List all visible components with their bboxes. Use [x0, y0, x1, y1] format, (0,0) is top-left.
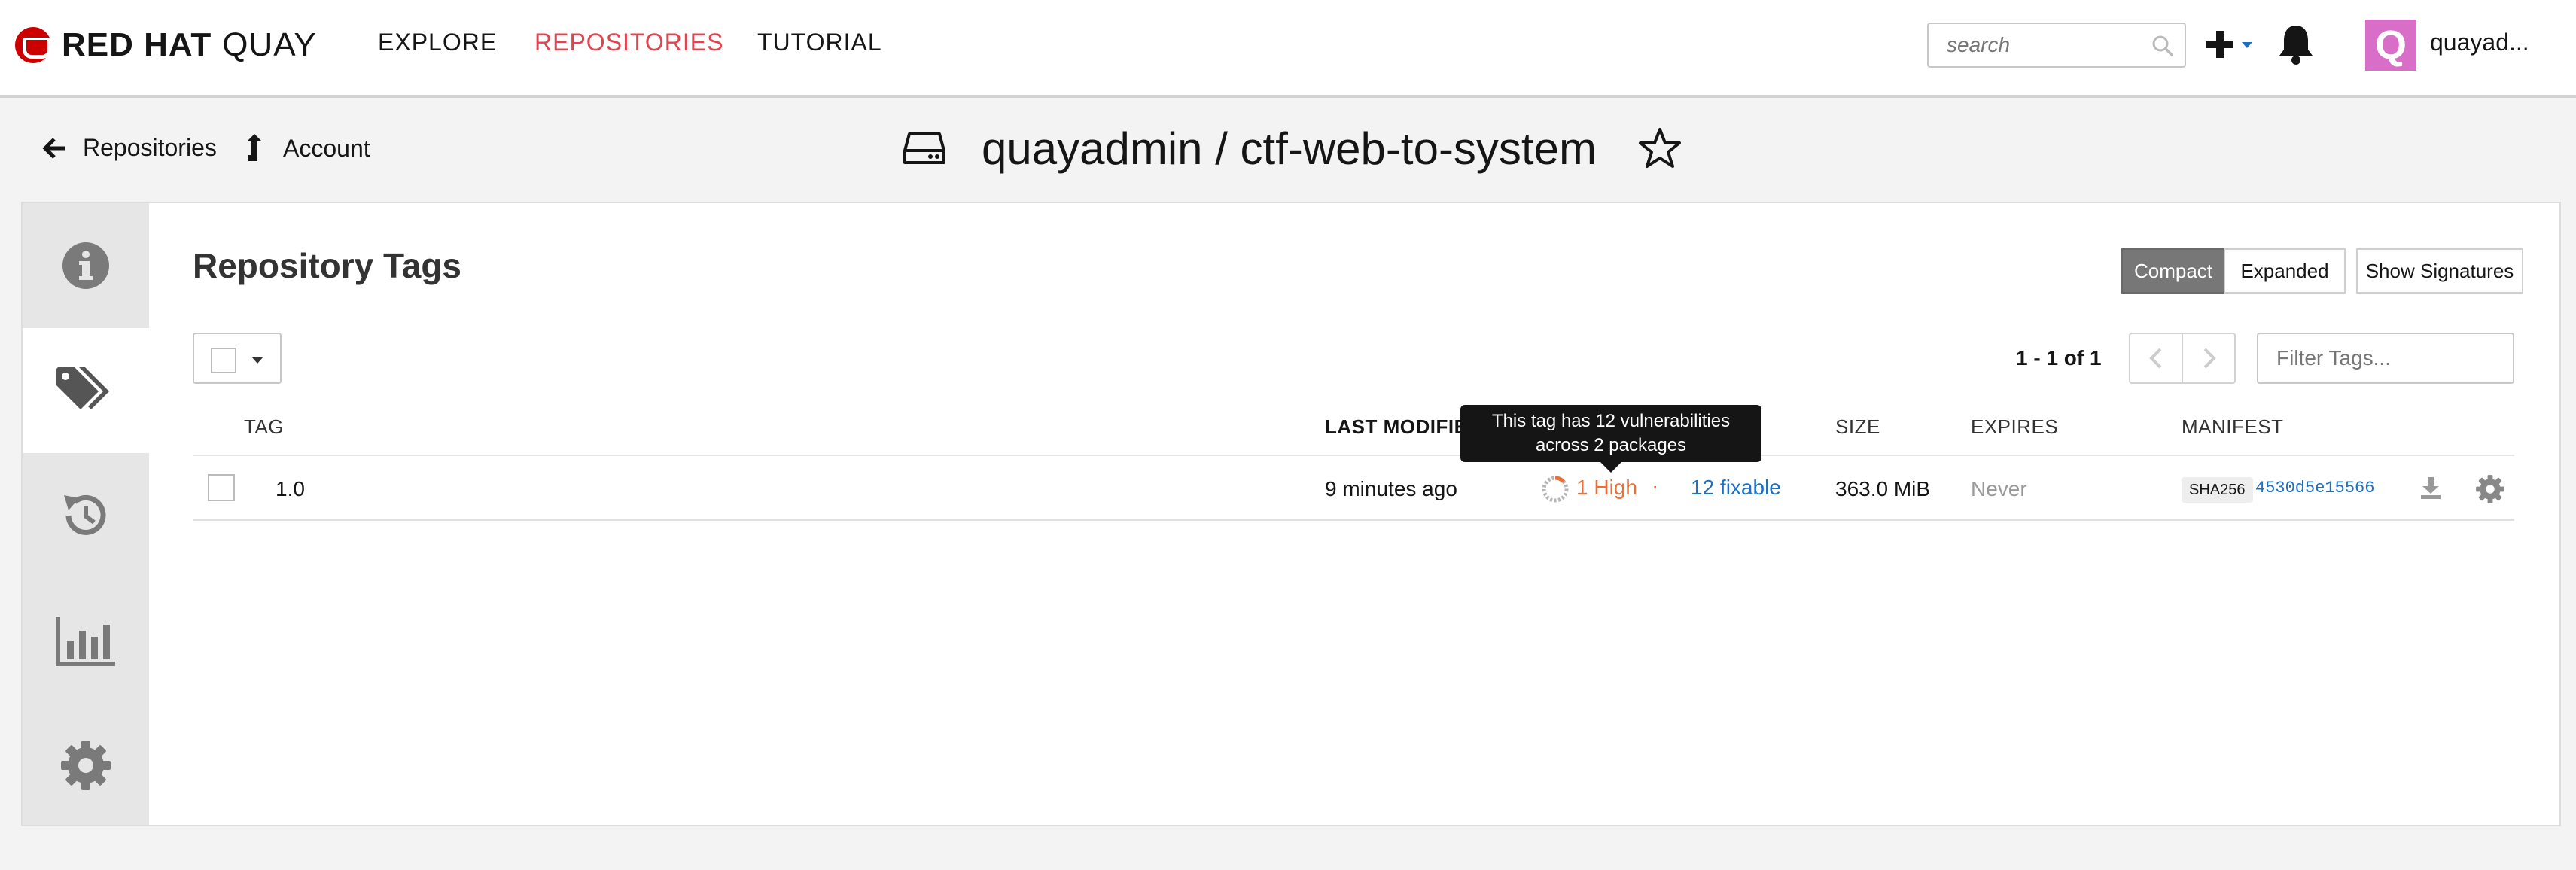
- sidebar-tags-tab[interactable]: [23, 328, 149, 453]
- manifest-digest-link[interactable]: 4530d5e15566: [2255, 479, 2374, 497]
- column-header-manifest[interactable]: MANIFEST: [2182, 415, 2283, 439]
- sidebar-settings-tab[interactable]: [23, 703, 149, 828]
- column-header-size[interactable]: SIZE: [1835, 415, 1880, 439]
- download-icon[interactable]: [2419, 476, 2442, 500]
- pagination-controls: [2129, 333, 2236, 384]
- select-all-checkbox[interactable]: [211, 348, 236, 373]
- expires-value[interactable]: Never: [1971, 477, 2027, 501]
- nav-repositories[interactable]: REPOSITORIES: [534, 29, 723, 56]
- vulnerability-separator: ·: [1652, 474, 1659, 497]
- vulnerability-fixable-link[interactable]: 12 fixable: [1691, 476, 1781, 500]
- caret-down-icon: [251, 357, 263, 364]
- sidebar-usage-logs-tab[interactable]: [23, 578, 149, 703]
- nav-tutorial[interactable]: TUTORIAL: [757, 29, 882, 56]
- table-divider: [193, 519, 2514, 521]
- bar-chart-icon: [56, 617, 115, 666]
- chevron-left-icon: [2149, 348, 2162, 369]
- page-title: Repository Tags: [193, 246, 461, 285]
- column-header-last-modified[interactable]: LAST MODIFIED: [1325, 415, 1482, 439]
- size-value: 363.0 MiB: [1835, 477, 1931, 500]
- breadcrumb-account-link[interactable]: Account: [242, 134, 370, 163]
- red-hat-logo-icon: [15, 27, 51, 63]
- search-icon[interactable]: [2151, 35, 2174, 57]
- repo-header: quayadmin / ctf-web-to-system: [903, 120, 1682, 176]
- gear-icon: [61, 741, 111, 790]
- arrow-left-icon: [42, 137, 65, 159]
- hard-drive-repo-icon: [903, 132, 945, 164]
- tooltip-line-2: across 2 packages: [1535, 435, 1687, 455]
- bulk-select-dropdown[interactable]: [193, 333, 282, 384]
- filter-tags-input[interactable]: [2258, 334, 2507, 382]
- column-header-tag[interactable]: TAG: [244, 415, 284, 439]
- next-page-button[interactable]: [2183, 334, 2236, 382]
- vulnerability-high-link[interactable]: 1 High: [1576, 476, 1637, 500]
- brand-name-bold: RED HAT: [62, 26, 212, 63]
- breadcrumb-repositories-label: Repositories: [83, 134, 217, 161]
- tooltip-line-1: This tag has 12 vulnerabilities: [1491, 411, 1731, 431]
- search-box: [1927, 23, 2186, 68]
- column-header-expires[interactable]: EXPIRES: [1971, 415, 2058, 439]
- info-circle-icon: [62, 242, 109, 289]
- star-icon[interactable]: [1637, 126, 1682, 170]
- chevron-right-icon: [2203, 348, 2216, 369]
- view-expanded-button[interactable]: Expanded: [2224, 248, 2346, 294]
- brand-name-light: QUAY: [222, 26, 317, 63]
- repo-title: quayadmin / ctf-web-to-system: [982, 123, 1597, 174]
- repository-panel: Repository Tags Compact Expanded Show Si…: [21, 202, 2561, 826]
- user-menu-name[interactable]: quayad...: [2430, 29, 2529, 56]
- top-navbar: RED HAT QUAY EXPLORE REPOSITORIES TUTORI…: [0, 0, 2576, 98]
- history-icon: [64, 494, 106, 535]
- last-modified-value: 9 minutes ago: [1325, 477, 1457, 500]
- view-compact-button[interactable]: Compact: [2121, 248, 2225, 294]
- vulnerability-tooltip: This tag has 12 vulnerabilities across 2…: [1460, 405, 1761, 473]
- previous-page-button[interactable]: [2130, 334, 2183, 382]
- sidebar-info-tab[interactable]: [23, 203, 149, 328]
- breadcrumb-repositories-link[interactable]: Repositories: [42, 134, 217, 162]
- tags-icon: [56, 367, 109, 409]
- breadcrumb-account-label: Account: [283, 134, 370, 162]
- tag-name[interactable]: 1.0: [276, 477, 305, 501]
- sha256-badge: SHA256: [2182, 477, 2253, 503]
- sidebar-history-tab[interactable]: [23, 453, 149, 578]
- repo-sidebar: [23, 203, 149, 825]
- table-divider: [193, 455, 2514, 456]
- notifications-bell-icon[interactable]: [2276, 23, 2316, 66]
- create-new-plus-icon[interactable]: [2206, 26, 2258, 63]
- security-scan-ring-icon[interactable]: [1540, 474, 1570, 504]
- search-input[interactable]: [1929, 24, 2139, 66]
- tags-content: Repository Tags Compact Expanded Show Si…: [149, 203, 2559, 825]
- row-select-checkbox[interactable]: [208, 474, 235, 501]
- nav-explore[interactable]: EXPLORE: [378, 29, 497, 56]
- user-avatar[interactable]: Q: [2365, 20, 2416, 71]
- show-signatures-button[interactable]: Show Signatures: [2356, 248, 2523, 294]
- brand-logo-link[interactable]: RED HAT QUAY: [15, 23, 317, 68]
- pagination-summary: 1 - 1 of 1: [2016, 346, 2102, 370]
- tag-options-gear-icon[interactable]: [2475, 474, 2505, 504]
- filter-tags-box: [2257, 333, 2514, 384]
- level-up-icon: [247, 134, 262, 161]
